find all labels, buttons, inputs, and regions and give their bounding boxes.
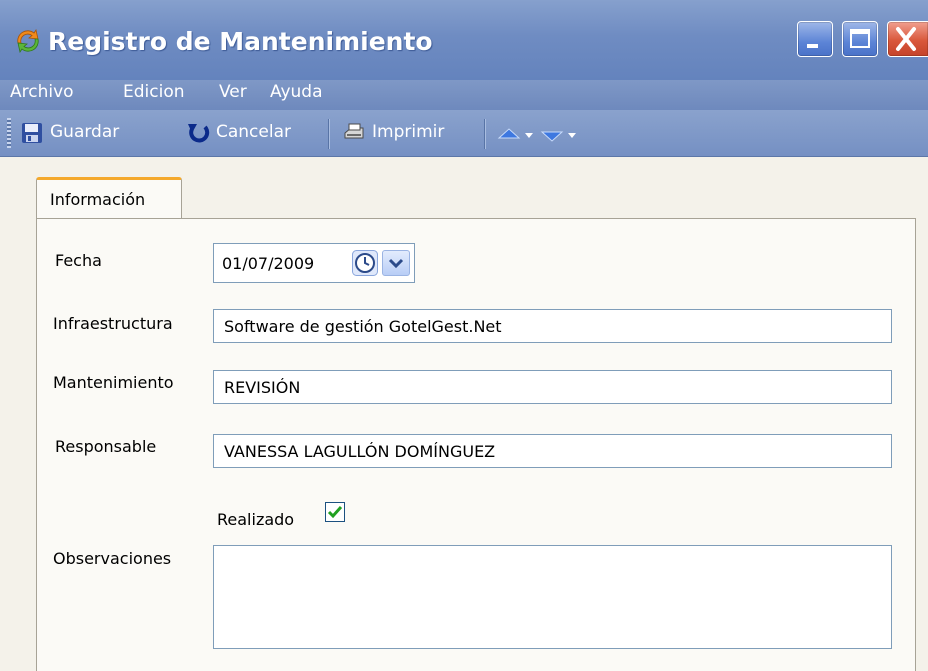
fecha-dropdown-button[interactable] — [382, 250, 410, 276]
infraestructura-field[interactable] — [213, 309, 892, 343]
clock-icon[interactable] — [352, 250, 378, 276]
menu-bar: Archivo Edicion Ver Ayuda — [0, 80, 928, 110]
maximize-button[interactable] — [842, 21, 878, 57]
print-label: Imprimir — [372, 122, 445, 142]
menu-archivo[interactable]: Archivo — [10, 82, 74, 102]
chevron-down-icon — [388, 258, 404, 269]
close-icon — [896, 27, 916, 51]
fecha-value[interactable]: 01/07/2009 — [222, 254, 314, 273]
close-button[interactable] — [887, 21, 928, 57]
toolbar-grip[interactable] — [7, 118, 11, 148]
cancel-label: Cancelar — [216, 122, 291, 142]
responsable-label: Responsable — [55, 437, 157, 456]
arrow-down-icon — [540, 131, 576, 142]
title-bar[interactable]: Registro de Mantenimiento — [0, 0, 928, 80]
responsable-field[interactable] — [213, 434, 892, 468]
next-record-button[interactable] — [540, 124, 580, 146]
main-window: Registro de Mantenimiento Archivo Edicio… — [0, 0, 928, 671]
minimize-button[interactable] — [797, 21, 833, 57]
checkmark-icon — [327, 506, 343, 519]
save-icon — [22, 123, 42, 143]
mantenimiento-field[interactable] — [213, 370, 892, 404]
mantenimiento-input[interactable] — [214, 371, 891, 403]
observaciones-field[interactable] — [213, 545, 892, 649]
app-icon — [17, 28, 39, 54]
infraestructura-input[interactable] — [214, 310, 891, 342]
toolbar-separator — [328, 119, 330, 149]
cancel-button[interactable]: Cancelar — [186, 121, 316, 147]
realizado-label: Realizado — [217, 510, 295, 529]
observaciones-input[interactable] — [214, 546, 891, 648]
menu-edicion[interactable]: Edicion — [123, 82, 185, 102]
previous-record-button[interactable] — [497, 124, 537, 146]
menu-ver[interactable]: Ver — [219, 82, 247, 102]
arrow-up-icon — [497, 128, 533, 139]
print-icon — [344, 123, 364, 139]
responsable-input[interactable] — [214, 435, 891, 467]
window-title: Registro de Mantenimiento — [48, 27, 433, 56]
print-button[interactable]: Imprimir — [342, 121, 472, 147]
infraestructura-label: Infraestructura — [53, 314, 173, 333]
maximize-icon — [850, 29, 870, 48]
minimize-icon — [807, 44, 818, 48]
toolbar: Guardar Cancelar Imprimir — [0, 110, 928, 157]
tab-informacion[interactable]: Información — [36, 177, 182, 219]
fecha-label: Fecha — [55, 251, 102, 270]
undo-icon — [188, 124, 210, 143]
realizado-checkbox[interactable] — [325, 502, 345, 522]
mantenimiento-label: Mantenimiento — [53, 373, 174, 392]
fecha-date-picker[interactable]: 01/07/2009 — [213, 243, 415, 283]
observaciones-label: Observaciones — [53, 549, 172, 568]
save-label: Guardar — [50, 122, 120, 142]
toolbar-separator — [484, 119, 486, 149]
tab-label: Información — [50, 190, 146, 209]
save-button[interactable]: Guardar — [20, 121, 170, 147]
menu-ayuda[interactable]: Ayuda — [270, 82, 323, 102]
